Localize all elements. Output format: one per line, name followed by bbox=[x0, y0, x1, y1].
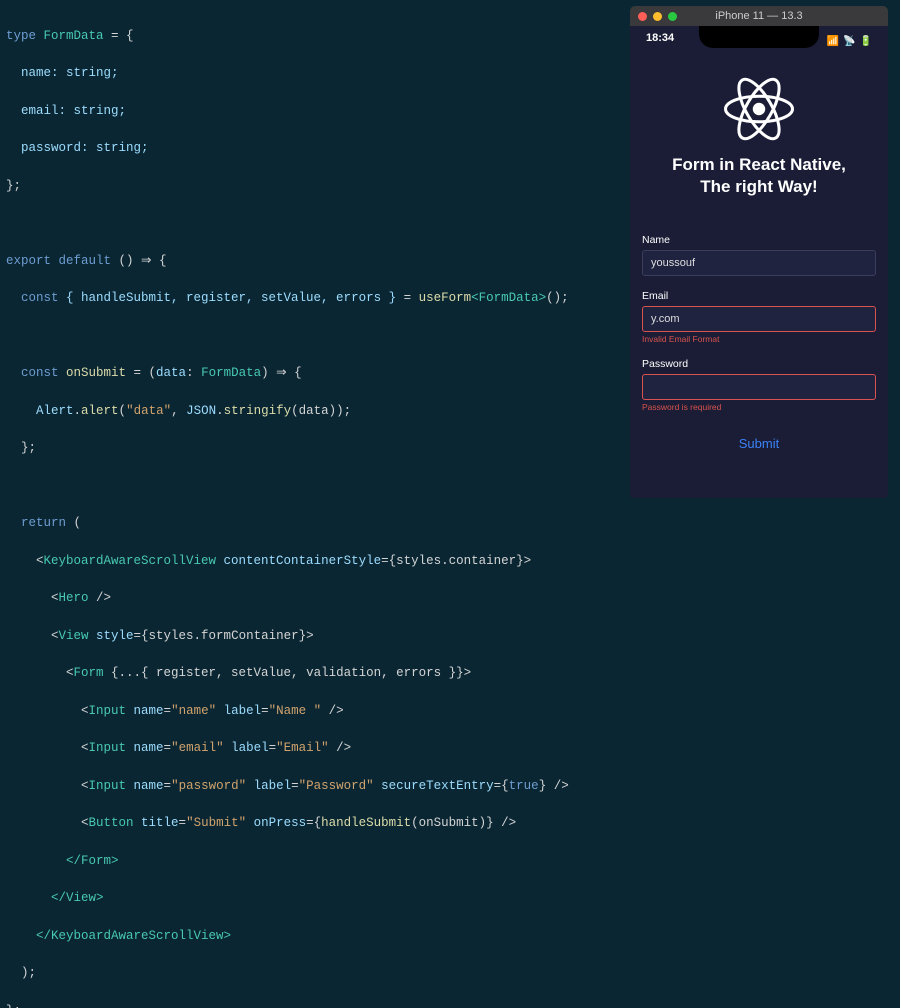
battery-icon: 🔋 bbox=[860, 36, 872, 47]
submit-button[interactable]: Submit bbox=[642, 428, 876, 459]
password-input[interactable] bbox=[642, 374, 876, 400]
code-editor[interactable]: type FormData = { name: string; email: s… bbox=[0, 0, 630, 504]
hero-title: Form in React Native, The right Way! bbox=[630, 154, 888, 198]
password-error: Password is required bbox=[642, 402, 876, 412]
phone-screen[interactable]: 18:34 📶 📡 🔋 Form in React Native, The ri… bbox=[630, 26, 888, 498]
hero: Form in React Native, The right Way! bbox=[630, 50, 888, 212]
simulator-title: iPhone 11 — 13.3 bbox=[630, 10, 888, 22]
email-error: Invalid Email Format bbox=[642, 334, 876, 344]
wifi-icon: 📡 bbox=[843, 36, 855, 47]
status-time: 18:34 bbox=[646, 32, 674, 50]
password-label: Password bbox=[642, 358, 876, 370]
simulator: iPhone 11 — 13.3 18:34 📶 📡 🔋 Form in Rea… bbox=[630, 0, 900, 504]
name-input[interactable] bbox=[642, 250, 876, 276]
react-logo-icon bbox=[724, 74, 794, 144]
email-label: Email bbox=[642, 290, 876, 302]
email-input[interactable] bbox=[642, 306, 876, 332]
phone-notch bbox=[699, 26, 819, 48]
form: Name Email Invalid Email Format Password… bbox=[630, 212, 888, 459]
signal-icon: 📶 bbox=[827, 36, 839, 47]
simulator-title-bar[interactable]: iPhone 11 — 13.3 bbox=[630, 6, 888, 26]
name-label: Name bbox=[642, 234, 876, 246]
